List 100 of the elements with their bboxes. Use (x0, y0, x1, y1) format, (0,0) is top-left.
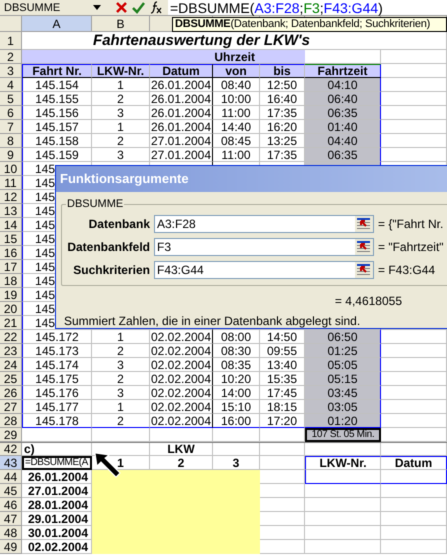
table-cell: 17:35 (266, 148, 298, 162)
date-label: 27.01.2004 (28, 484, 88, 498)
row-header[interactable]: 12 (0, 190, 22, 204)
table-cell: 02.02.2004 (150, 330, 212, 344)
cancel-icon[interactable] (115, 1, 128, 14)
row-header[interactable]: 4 (0, 78, 22, 92)
sheet-title: Fahrtenauswertung der LKW's (93, 34, 310, 48)
table-cell: 04:10 (327, 78, 358, 92)
row-header[interactable]: 10 (0, 162, 22, 176)
table-cell: 13:40 (266, 358, 298, 372)
table-cell: 01:40 (327, 120, 358, 134)
table-cell: 3 (117, 386, 124, 400)
row-header[interactable]: 5 (0, 92, 22, 106)
row-header[interactable]: 19 (0, 288, 22, 302)
formula-field[interactable]: =DBSUMME(A3:F28;F3;F43:G44) (168, 0, 447, 15)
column-title: Datum (162, 64, 200, 78)
column-title: LKW-Nr. (96, 64, 144, 78)
argument-label: Suchkriterien (73, 263, 150, 277)
table-cell: 145.176 (35, 386, 79, 400)
row-header[interactable]: 8 (0, 134, 22, 148)
truck-number: 2 (178, 456, 184, 470)
table-cell: 06:35 (327, 106, 358, 120)
row-header[interactable]: 48 (0, 526, 22, 540)
cell-editor[interactable]: =DBSUMME(A (22, 456, 92, 470)
table-cell: 08:40 (220, 78, 252, 92)
empty-cell (381, 512, 447, 526)
argument-field[interactable]: F43:G44 (154, 261, 374, 279)
table-cell: 06:50 (327, 330, 358, 344)
truck-number: 3 (232, 456, 240, 470)
row-header[interactable]: 17 (0, 260, 22, 274)
row-header[interactable]: 18 (0, 274, 22, 288)
table-cell: 10:00 (220, 92, 252, 106)
row-header[interactable]: 22 (0, 330, 22, 344)
table-cell: 145 (35, 232, 56, 246)
column-title: von (225, 64, 247, 78)
column-header[interactable]: A (52, 16, 60, 30)
table-cell: 145 (35, 190, 56, 204)
empty-cell (381, 526, 447, 540)
table-cell: 145.159 (35, 148, 79, 162)
row-header[interactable]: 27 (0, 400, 22, 414)
row-header[interactable]: 3 (0, 64, 22, 78)
row-header[interactable]: 2 (0, 50, 22, 64)
table-cell: 145 (35, 274, 56, 288)
table-cell: 26.01.2004 (150, 106, 212, 120)
dropdown-caret-icon[interactable] (93, 5, 101, 10)
row-header[interactable]: 16 (0, 246, 22, 260)
date-label: 30.01.2004 (28, 526, 88, 540)
row-header[interactable]: 14 (0, 218, 22, 232)
table-cell: 145 (35, 162, 56, 176)
row-header[interactable]: 49 (0, 540, 22, 554)
table-cell: 27.01.2004 (150, 148, 212, 162)
table-cell: 02.02.2004 (150, 386, 212, 400)
collapse-dialog-icon[interactable] (355, 216, 373, 232)
table-cell: 04:40 (327, 134, 358, 148)
row-header[interactable]: 20 (0, 302, 22, 316)
table-cell: 145.157 (35, 120, 79, 134)
table-cell: 01:25 (327, 344, 358, 358)
column-header[interactable]: B (116, 16, 124, 30)
row-header[interactable]: 29 (0, 428, 22, 442)
row-header[interactable]: 9 (0, 148, 22, 162)
row-header[interactable]: 42 (0, 443, 22, 456)
dialog-title: Funktionsargumente (60, 172, 189, 186)
table-cell: 14:40 (220, 120, 252, 134)
row-header[interactable]: 6 (0, 106, 22, 120)
row-header[interactable]: 23 (0, 344, 22, 358)
row-header[interactable]: 7 (0, 120, 22, 134)
row-header[interactable]: 44 (0, 470, 22, 484)
table-cell: 145.155 (35, 92, 79, 106)
empty-cell (381, 443, 447, 456)
row-header[interactable]: 47 (0, 512, 22, 526)
table-cell: 1 (117, 330, 124, 344)
row-header[interactable]: 15 (0, 232, 22, 246)
check-icon[interactable] (132, 1, 145, 14)
table-cell: 145 (35, 288, 56, 302)
table-cell: 145.158 (35, 134, 79, 148)
row-header[interactable]: 24 (0, 358, 22, 372)
row-header[interactable]: 25 (0, 372, 22, 386)
collapse-dialog-icon[interactable] (355, 262, 373, 278)
row-header[interactable]: 1 (0, 32, 22, 50)
argument-label: Datenbank (88, 217, 150, 231)
row-header[interactable]: 26 (0, 386, 22, 400)
argument-field[interactable]: F3 (154, 238, 374, 256)
argument-field[interactable]: A3:F28 (154, 215, 374, 233)
row-header[interactable]: 13 (0, 204, 22, 218)
row-header[interactable]: 11 (0, 176, 22, 190)
collapse-dialog-icon[interactable] (355, 239, 373, 255)
group-header: Uhrzeit (214, 50, 255, 64)
table-cell: 06:35 (327, 148, 358, 162)
row-header[interactable]: 43 (0, 456, 22, 470)
row-header[interactable]: 46 (0, 498, 22, 512)
table-cell: 08:00 (220, 330, 252, 344)
function-icon[interactable] (150, 1, 162, 14)
date-label: 28.01.2004 (28, 498, 88, 512)
row-header[interactable]: 21 (0, 316, 22, 330)
row-header[interactable]: 28 (0, 414, 22, 428)
table-cell: 15:35 (266, 372, 298, 386)
table-cell: 16:40 (266, 92, 298, 106)
table-cell: 17:35 (266, 106, 298, 120)
row-header[interactable]: 45 (0, 484, 22, 498)
table-cell: 08:35 (220, 358, 252, 372)
